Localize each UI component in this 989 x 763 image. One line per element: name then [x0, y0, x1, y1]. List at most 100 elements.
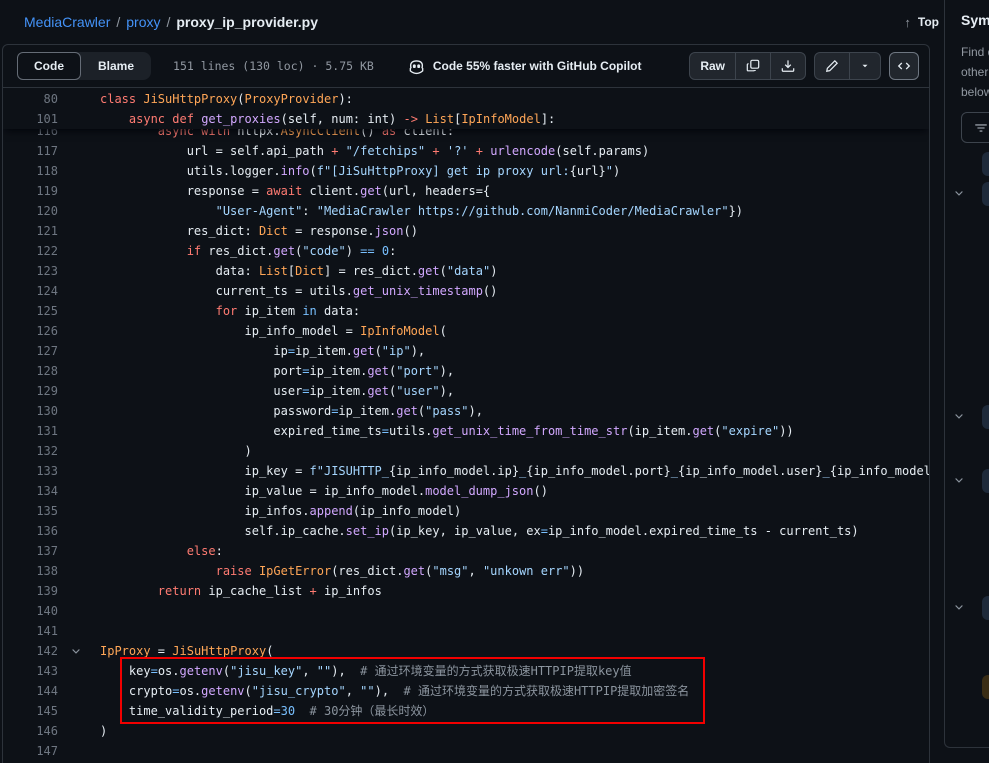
code-text: res_dict: Dict = response.json() — [100, 221, 929, 241]
line-number[interactable]: 139 — [3, 581, 58, 601]
line-number[interactable]: 128 — [3, 361, 58, 381]
line-number[interactable]: 119 — [3, 181, 58, 201]
line-number[interactable]: 118 — [3, 161, 58, 181]
line-number[interactable]: 123 — [3, 261, 58, 281]
code-text: port=ip_item.get("port"), — [100, 361, 929, 381]
code-line: 130 password=ip_item.get("pass"), — [3, 401, 929, 421]
code-text: "User-Agent": "MediaCrawler https://gith… — [100, 201, 929, 221]
code-text: class JiSuHttpProxy(ProxyProvider): — [100, 89, 929, 109]
code-line: 122 if res_dict.get("code") == 0: — [3, 241, 929, 261]
symbol-badge[interactable] — [982, 152, 989, 176]
code-line: 129 user=ip_item.get("user"), — [3, 381, 929, 401]
raw-button-label: Raw — [700, 59, 725, 73]
fold-spacer — [58, 461, 100, 481]
code-blame-segmented-control: Code Blame — [17, 52, 151, 80]
fold-spacer — [58, 541, 100, 561]
scroll-to-top-button[interactable]: ↑ Top — [904, 15, 939, 30]
line-number[interactable]: 127 — [3, 341, 58, 361]
line-number[interactable]: 132 — [3, 441, 58, 461]
symbol-badge[interactable] — [982, 675, 989, 699]
line-number[interactable]: 129 — [3, 381, 58, 401]
copy-raw-button[interactable] — [736, 53, 771, 79]
line-number[interactable]: 130 — [3, 401, 58, 421]
code-text: else: — [100, 541, 929, 561]
tab-blame[interactable]: Blame — [81, 52, 151, 80]
line-number[interactable]: 131 — [3, 421, 58, 441]
code-text: ) — [100, 721, 929, 741]
line-number[interactable]: 117 — [3, 141, 58, 161]
pencil-icon — [825, 59, 839, 73]
chevron-down-icon — [860, 61, 870, 71]
breadcrumb-folder-link[interactable]: proxy — [126, 14, 160, 30]
copilot-banner[interactable]: Code 55% faster with GitHub Copilot — [408, 58, 642, 75]
fold-spacer — [58, 381, 100, 401]
code-text: for ip_item in data: — [100, 301, 929, 321]
line-number[interactable]: 124 — [3, 281, 58, 301]
fold-spacer — [58, 701, 100, 721]
line-number[interactable]: 80 — [3, 89, 58, 109]
line-number[interactable]: 121 — [3, 221, 58, 241]
code-line: 136 self.ip_cache.set_ip(ip_key, ip_valu… — [3, 521, 929, 541]
line-number[interactable]: 141 — [3, 621, 58, 641]
line-number[interactable]: 137 — [3, 541, 58, 561]
code-text: if res_dict.get("code") == 0: — [100, 241, 929, 261]
code-line: 120 "User-Agent": "MediaCrawler https://… — [3, 201, 929, 221]
line-number[interactable]: 126 — [3, 321, 58, 341]
toolbar-actions: Raw — [689, 52, 919, 80]
fold-spacer — [58, 141, 100, 161]
tab-code[interactable]: Code — [17, 52, 81, 80]
code-text: async def get_proxies(self, num: int) ->… — [100, 109, 929, 129]
line-number[interactable]: 146 — [3, 721, 58, 741]
fold-spacer — [58, 281, 100, 301]
line-number[interactable]: 138 — [3, 561, 58, 581]
symbols-pane-toggle-button[interactable] — [889, 52, 919, 80]
line-number[interactable]: 125 — [3, 301, 58, 321]
code-line: 117 url = self.api_path + "/fetchips" + … — [3, 141, 929, 161]
raw-button[interactable]: Raw — [690, 53, 736, 79]
line-number[interactable]: 147 — [3, 741, 58, 761]
line-number[interactable]: 122 — [3, 241, 58, 261]
symbol-badge[interactable] — [982, 596, 989, 620]
line-number[interactable]: 101 — [3, 109, 58, 129]
code-text: ip_key = f"JISUHTTP_{ip_info_model.ip}_{… — [100, 461, 929, 481]
download-raw-button[interactable] — [771, 53, 805, 79]
breadcrumb-repo-link[interactable]: MediaCrawler — [24, 14, 110, 30]
line-number[interactable]: 136 — [3, 521, 58, 541]
symbol-badge[interactable] — [982, 405, 989, 429]
edit-file-button[interactable] — [815, 53, 850, 79]
line-number[interactable]: 140 — [3, 601, 58, 621]
line-number[interactable]: 145 — [3, 701, 58, 721]
line-number[interactable]: 135 — [3, 501, 58, 521]
code-line: 141 — [3, 621, 929, 641]
line-number[interactable]: 144 — [3, 681, 58, 701]
line-number[interactable]: 142 — [3, 641, 58, 661]
symbol-expand-chevron-icon[interactable] — [953, 410, 969, 426]
fold-spacer — [58, 601, 100, 621]
fold-chevron-icon[interactable] — [58, 641, 100, 661]
code-text: user=ip_item.get("user"), — [100, 381, 929, 401]
symbol-badge[interactable] — [982, 182, 989, 206]
symbol-expand-chevron-icon[interactable] — [953, 187, 969, 203]
breadcrumb-separator: / — [116, 14, 120, 30]
edit-options-dropdown[interactable] — [850, 53, 880, 79]
file-info: 151 lines (130 loc) · 5.75 KB — [173, 59, 374, 73]
fold-spacer — [58, 201, 100, 221]
code-text: IpProxy = JiSuHttpProxy( — [100, 641, 929, 661]
code-line: 139 return ip_cache_list + ip_infos — [3, 581, 929, 601]
fold-spacer — [58, 221, 100, 241]
symbol-expand-chevron-icon[interactable] — [953, 474, 969, 490]
symbol-expand-chevron-icon[interactable] — [953, 601, 969, 617]
code-text: utils.logger.info(f"[JiSuHttpProxy] get … — [100, 161, 929, 181]
symbol-badge[interactable] — [982, 469, 989, 493]
code-text: password=ip_item.get("pass"), — [100, 401, 929, 421]
breadcrumb-separator: / — [166, 14, 170, 30]
line-number[interactable]: 133 — [3, 461, 58, 481]
code-text: data: List[Dict] = res_dict.get("data") — [100, 261, 929, 281]
code-line: 132 ) — [3, 441, 929, 461]
line-number[interactable]: 120 — [3, 201, 58, 221]
page: MediaCrawler / proxy / proxy_ip_provider… — [0, 0, 989, 763]
line-number[interactable]: 134 — [3, 481, 58, 501]
line-number[interactable]: 143 — [3, 661, 58, 681]
code-line: 142 IpProxy = JiSuHttpProxy( — [3, 641, 929, 661]
breadcrumb-bar: MediaCrawler / proxy / proxy_ip_provider… — [0, 0, 989, 44]
